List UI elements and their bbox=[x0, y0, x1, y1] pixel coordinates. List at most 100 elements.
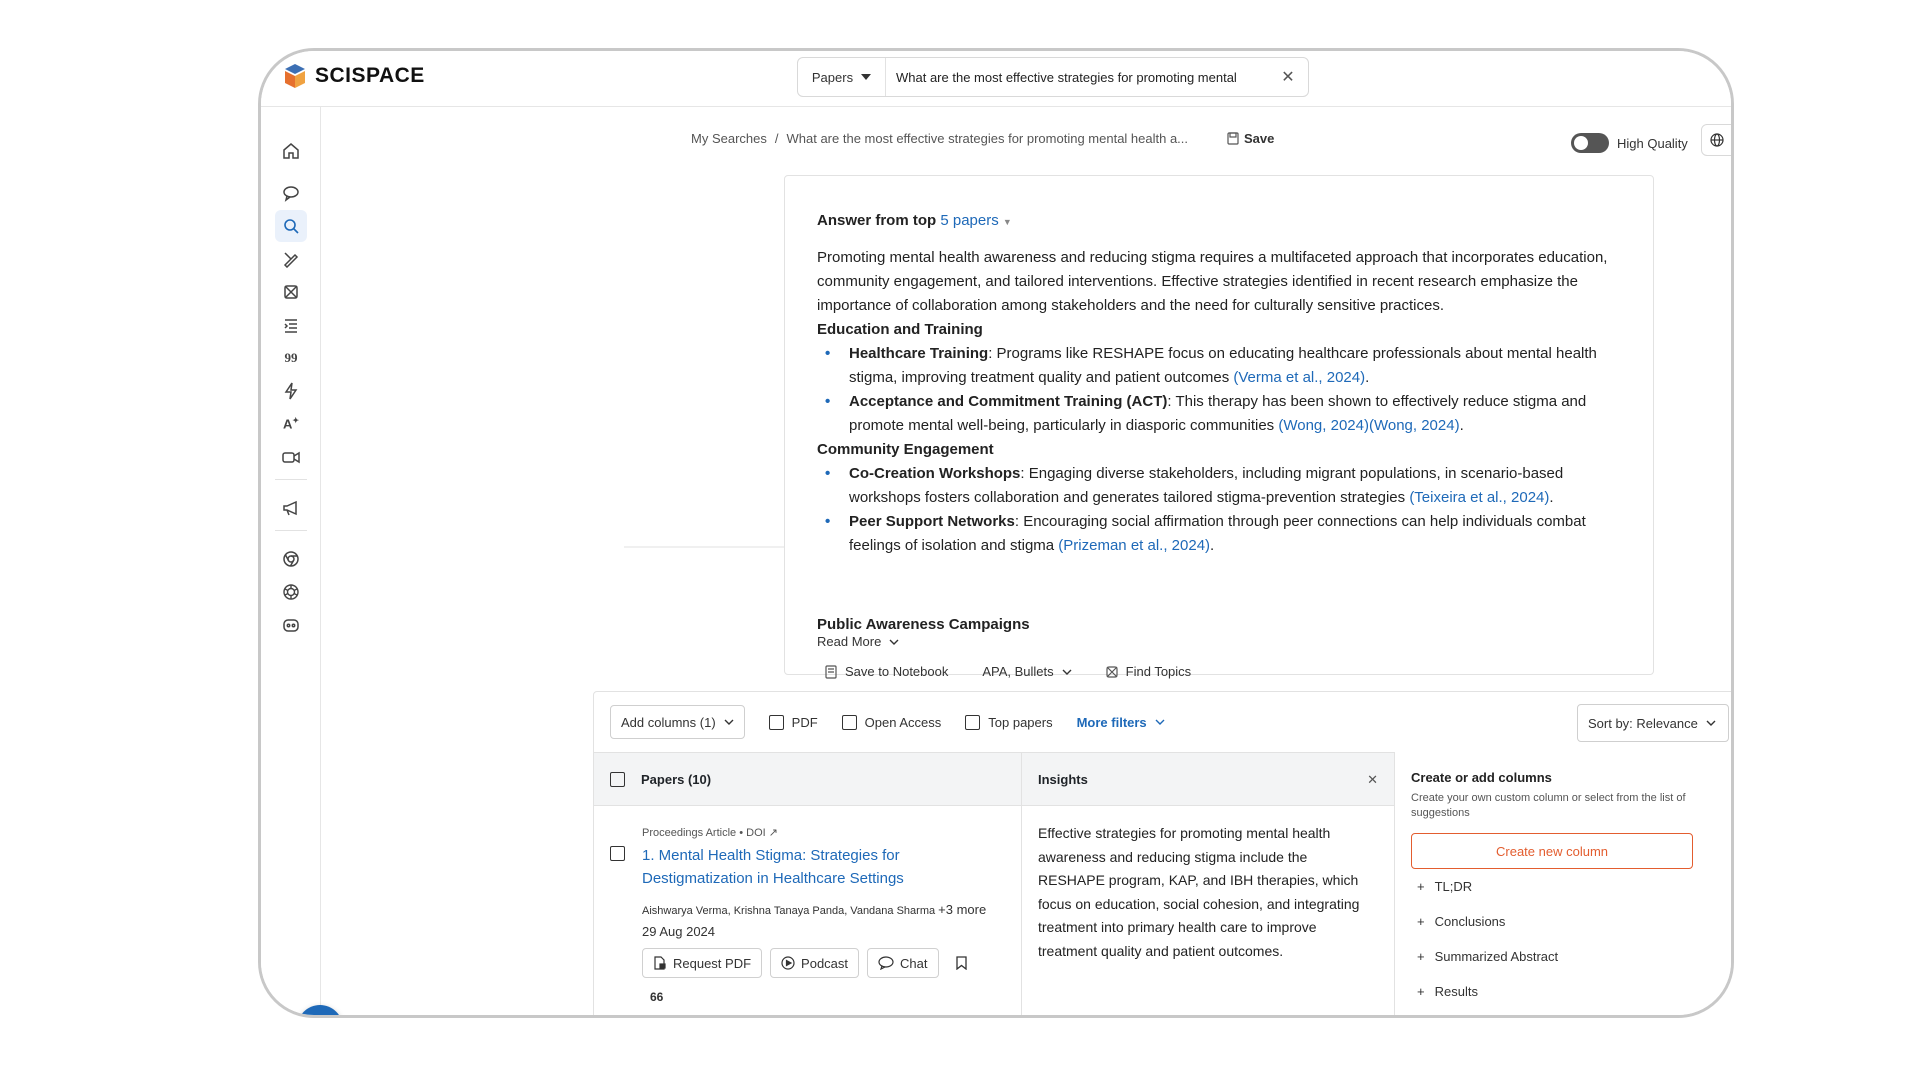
lightning-icon[interactable] bbox=[275, 375, 307, 407]
sidebar-divider bbox=[275, 479, 307, 480]
logo[interactable]: SCISPACE bbox=[283, 63, 425, 89]
answer-text: Promoting mental health awareness and re… bbox=[817, 246, 1637, 612]
more-filters-button[interactable]: More filters bbox=[1077, 715, 1165, 730]
support-chat-button[interactable] bbox=[297, 1005, 343, 1015]
bullet-item: Acceptance and Commitment Training (ACT)… bbox=[825, 390, 1637, 438]
top-papers-label: Top papers bbox=[988, 714, 1053, 730]
high-quality-toggle[interactable] bbox=[1571, 133, 1609, 153]
answer-card: Answer from top 5 papers ▼ Promoting men… bbox=[784, 175, 1654, 679]
sidebar-divider bbox=[275, 530, 307, 531]
breadcrumb-root[interactable]: My Searches bbox=[691, 131, 767, 146]
bullet-list: Co-Creation Workshops: Engaging diverse … bbox=[817, 462, 1637, 558]
bullet-list: Healthcare Training: Programs like RESHA… bbox=[817, 342, 1637, 438]
select-all-checkbox[interactable] bbox=[610, 772, 625, 787]
text-ai-icon[interactable]: A✦ bbox=[275, 408, 307, 440]
checkbox[interactable] bbox=[768, 714, 784, 730]
divider bbox=[624, 546, 784, 548]
citation-link[interactable]: (Wong, 2024)(Wong, 2024) bbox=[1278, 417, 1459, 434]
suggestion-tldr[interactable]: + TL;DR bbox=[1411, 869, 1719, 904]
search-input[interactable]: What are the most effective strategies f… bbox=[886, 70, 1268, 85]
paper-title-link[interactable]: 1. Mental Health Stigma: Strategies for … bbox=[642, 844, 1002, 890]
sidebar: 99 A✦ bbox=[261, 107, 343, 1015]
save-icon bbox=[1227, 132, 1239, 145]
chat-button[interactable]: Chat bbox=[867, 948, 939, 978]
sort-dropdown[interactable]: Sort by: Relevance bbox=[1577, 704, 1729, 742]
pdf-filter[interactable]: PDF bbox=[768, 714, 818, 730]
suggestion-conclusions[interactable]: + Conclusions bbox=[1411, 904, 1719, 939]
search-bar[interactable]: Papers What are the most effective strat… bbox=[797, 57, 1309, 97]
save-button[interactable]: Save bbox=[1227, 131, 1274, 146]
bullet-item: Co-Creation Workshops: Engaging diverse … bbox=[825, 462, 1637, 510]
citation-link[interactable]: (Verma et al., 2024) bbox=[1233, 369, 1365, 386]
suggestion-label: Results bbox=[1434, 984, 1478, 999]
bullet-item: Peer Support Networks: Encouraging socia… bbox=[825, 510, 1637, 558]
add-columns-description: Create your own custom column or select … bbox=[1411, 792, 1686, 819]
save-to-notebook-label: Save to Notebook bbox=[845, 664, 949, 679]
topics-icon bbox=[1106, 665, 1118, 678]
bookmark-icon[interactable] bbox=[947, 948, 977, 978]
chat-label: Chat bbox=[900, 955, 928, 971]
grid-icon[interactable] bbox=[275, 276, 307, 308]
podcast-button[interactable]: Podcast bbox=[770, 948, 860, 978]
row-checkbox[interactable] bbox=[610, 846, 625, 861]
suggestion-label: TL;DR bbox=[1434, 879, 1473, 894]
papers-dropdown[interactable]: 5 papers ▼ bbox=[940, 212, 1011, 229]
megaphone-icon[interactable] bbox=[275, 492, 307, 524]
find-topics-label: Find Topics bbox=[1125, 664, 1192, 679]
openai-icon[interactable] bbox=[275, 576, 307, 608]
add-columns-button[interactable]: Add columns (1) bbox=[610, 705, 745, 739]
video-icon[interactable] bbox=[275, 441, 307, 473]
top-papers-filter[interactable]: Top papers bbox=[965, 714, 1053, 730]
chrome-icon[interactable] bbox=[275, 543, 307, 575]
citation-style-dropdown[interactable]: APA, Bullets bbox=[982, 664, 1072, 679]
bullet-item: Healthcare Training: Programs like RESHA… bbox=[825, 342, 1637, 390]
papers-column-header: Papers (10) bbox=[610, 772, 711, 787]
find-topics-button[interactable]: Find Topics bbox=[1106, 664, 1192, 679]
suggestion-results[interactable]: + Results bbox=[1411, 974, 1719, 1009]
high-quality-label: High Quality bbox=[1617, 135, 1688, 151]
search-type-select[interactable]: Papers bbox=[798, 58, 886, 96]
citation-link[interactable]: (Teixeira et al., 2024) bbox=[1409, 489, 1549, 506]
more-authors-link[interactable]: +3 more bbox=[938, 902, 986, 917]
search-icon[interactable] bbox=[275, 210, 307, 242]
suggestion-label: Conclusions bbox=[1434, 914, 1506, 929]
caret-down-icon: ▼ bbox=[1002, 217, 1012, 227]
pdf-filter-label: PDF bbox=[791, 714, 818, 730]
paper-meta: Proceedings Article • DOI ↗ bbox=[642, 826, 778, 839]
citation-link[interactable]: (Prizeman et al., 2024) bbox=[1058, 537, 1210, 554]
read-more-button[interactable]: Read More bbox=[817, 634, 899, 649]
external-link-icon[interactable]: ↗ bbox=[769, 827, 778, 839]
chat-icon[interactable] bbox=[275, 177, 307, 209]
save-to-notebook-button[interactable]: Save to Notebook bbox=[825, 664, 948, 679]
request-pdf-button[interactable]: Request PDF bbox=[642, 948, 763, 978]
plus-icon: + bbox=[1417, 949, 1425, 964]
suggestion-summarized-abstract[interactable]: + Summarized Abstract bbox=[1411, 939, 1719, 974]
home-icon[interactable] bbox=[275, 135, 307, 167]
open-access-filter[interactable]: Open Access bbox=[841, 714, 941, 730]
checkbox[interactable] bbox=[965, 714, 981, 730]
checkbox[interactable] bbox=[841, 714, 857, 730]
add-columns-title: Create or add columns bbox=[1411, 770, 1552, 785]
chevron-down-icon bbox=[1706, 720, 1716, 726]
insights-header-label: Insights bbox=[1038, 772, 1088, 787]
bullet-term: Co-Creation Workshops bbox=[849, 465, 1021, 482]
discord-icon[interactable] bbox=[275, 609, 307, 641]
answer-heading: Answer from top 5 papers ▼ bbox=[817, 212, 1012, 229]
list-icon[interactable] bbox=[275, 309, 307, 341]
create-new-column-button[interactable]: Create new column bbox=[1411, 833, 1693, 869]
close-icon[interactable]: ✕ bbox=[1268, 67, 1308, 87]
brand-name: SCISPACE bbox=[315, 64, 425, 87]
section-heading: Education and Training bbox=[817, 321, 983, 338]
answer-actions: Save to Notebook APA, Bullets Find Topic… bbox=[825, 664, 1191, 679]
chevron-down-icon bbox=[889, 639, 899, 645]
save-label: Save bbox=[1244, 131, 1275, 146]
request-pdf-label: Request PDF bbox=[673, 955, 752, 971]
section-heading: Community Engagement bbox=[817, 441, 994, 458]
bullet-term: Acceptance and Commitment Training (ACT) bbox=[849, 393, 1168, 410]
quote-icon[interactable]: 99 bbox=[275, 342, 307, 374]
papers-dropdown-label: 5 papers bbox=[940, 212, 999, 229]
insights-column-header: Insights ✕ bbox=[1021, 753, 1394, 805]
close-icon[interactable]: ✕ bbox=[1367, 772, 1378, 787]
pen-icon[interactable] bbox=[275, 243, 307, 275]
language-button[interactable] bbox=[1701, 124, 1731, 156]
